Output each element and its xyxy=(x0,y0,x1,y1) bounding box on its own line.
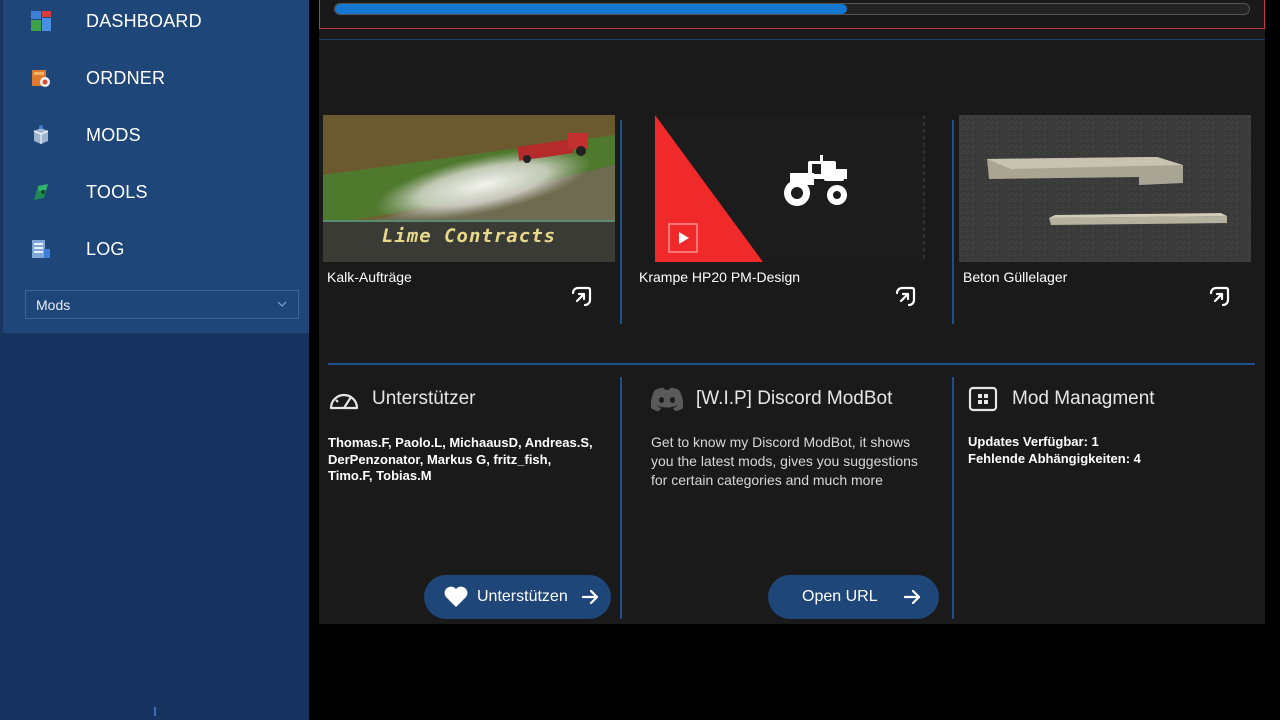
log-icon xyxy=(29,237,53,261)
mod-card-title: Kalk-Aufträge xyxy=(327,269,412,285)
tools-icon xyxy=(29,180,53,204)
open-external-icon[interactable] xyxy=(1207,285,1231,309)
grid-app-icon xyxy=(968,386,998,412)
discord-description: Get to know my Discord ModBot, it shows … xyxy=(651,433,918,490)
arrow-right-icon xyxy=(904,589,921,605)
sidebar-item-mods[interactable]: MODS xyxy=(3,115,309,155)
open-url-button[interactable]: Open URL xyxy=(768,575,939,619)
panel-title: Mod Managment xyxy=(1012,388,1155,409)
mod-card-image xyxy=(635,115,927,262)
mod-card-krampe[interactable]: Krampe HP20 PM-Design xyxy=(635,115,927,325)
sidebar-item-tools[interactable]: TOOLS xyxy=(3,172,309,212)
management-stats: Updates Verfügbar: 1 Fehlende Abhängigke… xyxy=(968,434,1141,467)
supporters-line: Timo.F, Tobias.M xyxy=(328,468,432,483)
mod-card-kalk[interactable]: Lime Contracts Kalk-Aufträge xyxy=(323,115,615,325)
speedometer-icon xyxy=(329,393,359,410)
progress-panel xyxy=(319,0,1265,29)
missing-dependencies: Fehlende Abhängigkeiten: 4 xyxy=(968,450,1141,466)
sidebar-item-label: LOG xyxy=(86,238,125,259)
arrow-right-icon xyxy=(582,589,599,605)
dashboard-icon xyxy=(29,9,53,33)
mod-card-title: Beton Güllelager xyxy=(963,269,1068,285)
support-button[interactable]: Unterstützen xyxy=(424,575,611,619)
discord-line: you the latest mods, gives you suggestio… xyxy=(651,453,918,469)
sidebar-item-ordner[interactable]: ORDNER xyxy=(3,58,309,98)
progress-bar xyxy=(334,3,1250,15)
panel-title: [W.I.P] Discord ModBot xyxy=(696,388,893,409)
discord-header: [W.I.P] Discord ModBot xyxy=(648,386,892,412)
sidebar-item-label: ORDNER xyxy=(86,67,166,88)
heart-icon xyxy=(444,586,468,607)
divider xyxy=(319,39,1265,40)
divider xyxy=(952,120,954,324)
open-external-icon[interactable] xyxy=(893,285,917,309)
supporters-line: DerPenzonator, Markus G, fritz_fish, xyxy=(328,451,552,467)
divider xyxy=(952,377,954,619)
main-content: Lime Contracts Kalk-Aufträge Krampe HP20… xyxy=(319,0,1265,624)
mod-card-image xyxy=(959,115,1251,262)
divider xyxy=(328,363,1255,365)
chevron-down-icon xyxy=(277,301,287,307)
sidebar-resize-handle xyxy=(154,707,156,716)
sidebar-item-label: TOOLS xyxy=(86,181,148,202)
supporters-list: Thomas.F, Paolo.L, MichaausD, Andreas.S,… xyxy=(328,435,593,485)
mod-card-image: Lime Contracts xyxy=(323,115,615,262)
sidebar-item-dashboard[interactable]: DASHBOARD xyxy=(3,1,309,41)
progress-bar-fill xyxy=(335,4,847,14)
open-url-button-label: Open URL xyxy=(802,588,878,605)
divider xyxy=(620,120,622,324)
discord-line: Get to know my Discord ModBot, it shows xyxy=(651,434,911,450)
open-external-icon[interactable] xyxy=(569,285,593,309)
sidebar-item-label: DASHBOARD xyxy=(86,10,202,31)
support-button-label: Unterstützen xyxy=(477,588,568,605)
mods-select-value: Mods xyxy=(36,296,71,313)
supporters-header: Unterstützer xyxy=(328,386,475,412)
sidebar-item-log[interactable]: LOG xyxy=(3,229,309,269)
discord-line: for certain categories and much more xyxy=(651,472,883,488)
mod-card-title: Krampe HP20 PM-Design xyxy=(639,269,801,285)
management-header: Mod Managment xyxy=(968,386,1155,412)
mods-icon xyxy=(29,123,53,147)
updates-available: Updates Verfügbar: 1 xyxy=(968,434,1099,449)
mod-card-beton[interactable]: Beton Güllelager xyxy=(959,115,1251,325)
sidebar-item-label: MODS xyxy=(86,124,141,145)
mods-select[interactable]: Mods xyxy=(25,290,299,319)
discord-icon xyxy=(650,387,684,411)
supporters-line: Thomas.F, Paolo.L, MichaausD, Andreas.S, xyxy=(328,435,593,450)
panel-title: Unterstützer xyxy=(372,388,476,409)
mod-card-banner: Lime Contracts xyxy=(381,225,557,247)
folder-icon xyxy=(29,66,53,90)
sidebar: DASHBOARD ORDNER MODS TOOLS LOG Mods xyxy=(0,0,309,720)
divider xyxy=(620,377,622,619)
sidebar-nav: DASHBOARD ORDNER MODS TOOLS LOG Mods xyxy=(3,0,309,333)
